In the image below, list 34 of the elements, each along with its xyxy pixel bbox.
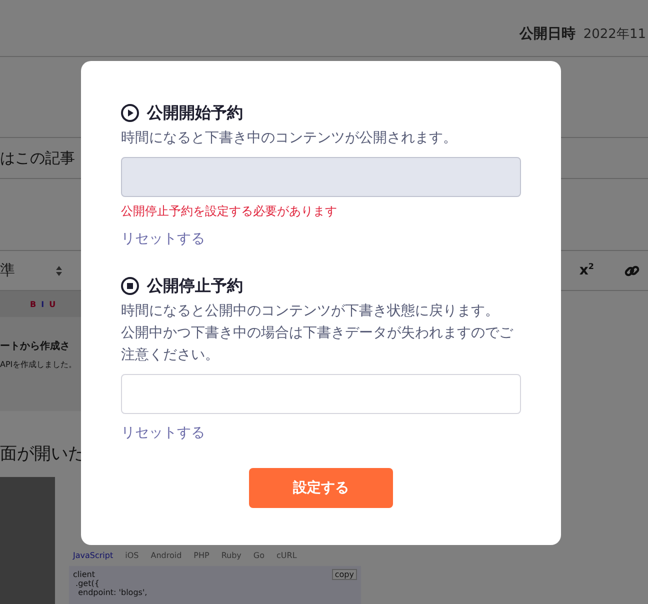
- play-icon: [121, 104, 139, 122]
- format-select[interactable]: 準: [0, 261, 74, 280]
- toolbar-mark: U: [49, 300, 56, 308]
- language-tab[interactable]: JavaScript: [73, 551, 114, 560]
- section-title: 公開開始予約: [147, 102, 243, 124]
- field-label: 公開日時: [519, 25, 576, 43]
- language-tab[interactable]: PHP: [194, 551, 210, 560]
- copy-button[interactable]: copy: [332, 569, 357, 580]
- date-field[interactable]: [121, 374, 521, 414]
- language-tab[interactable]: Ruby: [221, 551, 242, 560]
- section-title: 公開停止予約: [147, 276, 243, 296]
- sort-arrows-icon: [55, 264, 63, 276]
- code-line: endpoint: 'blogs',: [77, 588, 148, 597]
- date-value: 2022年11: [583, 26, 646, 43]
- toolbar-mark: I: [41, 300, 44, 308]
- title-text: はこの記事: [0, 148, 75, 168]
- error-message: 公開停止予約を設定する必要があります: [121, 203, 338, 220]
- reset-link[interactable]: リセットする: [121, 424, 205, 442]
- submit-button[interactable]: 設定する: [249, 468, 393, 508]
- language-tab[interactable]: Android: [150, 551, 182, 560]
- language-tab[interactable]: cURL: [276, 551, 297, 560]
- code-line: client: [73, 570, 95, 579]
- superscript-button[interactable]: x$^{2}$: [579, 262, 594, 279]
- description-text: 公開中かつ下書き中の場合は下書きデータが失われますのでご注意ください。: [121, 324, 514, 365]
- description-text: 時間になると下書き中のコンテンツが公開されます。: [121, 129, 458, 148]
- toolbar-mark: B: [30, 300, 36, 308]
- code-line: .get({: [74, 579, 100, 588]
- heading-text: ートから作成さ: [0, 340, 70, 353]
- stop-icon: [121, 277, 139, 295]
- language-tab[interactable]: Go: [253, 551, 265, 560]
- description-text: 時間になると公開中のコンテンツが下書き状態に戻ります。: [121, 302, 500, 321]
- body-text: APIを作成しました。: [0, 359, 77, 370]
- language-tab[interactable]: iOS: [125, 551, 139, 560]
- reset-link[interactable]: リセットする: [121, 230, 205, 248]
